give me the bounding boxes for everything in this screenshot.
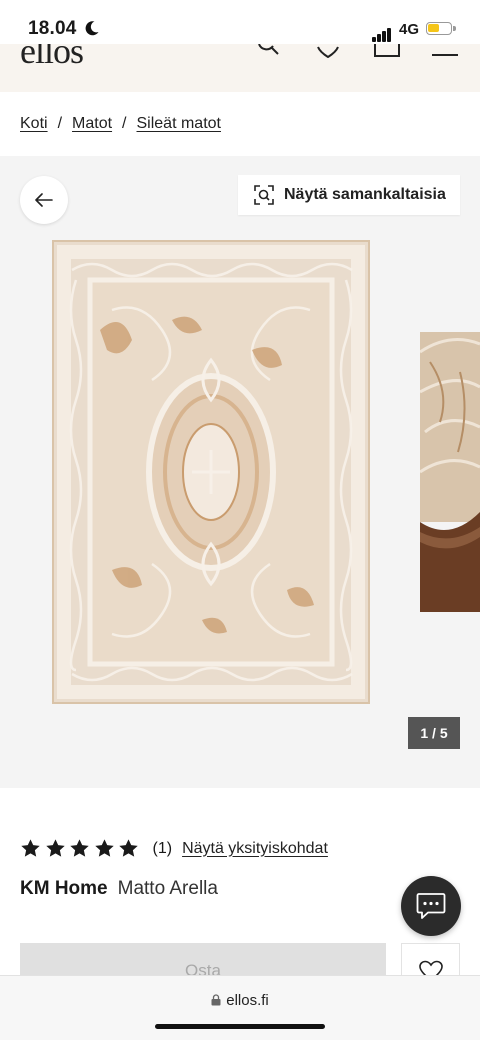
counter-separator: / bbox=[432, 725, 436, 741]
breadcrumb: Koti / Matot / Sileät matot bbox=[20, 115, 221, 133]
url-text: ellos.fi bbox=[226, 992, 269, 1009]
breadcrumb-flat-rugs[interactable]: Sileät matot bbox=[137, 115, 221, 132]
signal-icon bbox=[372, 24, 392, 42]
show-details-link[interactable]: Näytä yksityiskohdat bbox=[182, 840, 328, 858]
back-button[interactable] bbox=[20, 176, 68, 224]
review-count: (1) bbox=[152, 839, 173, 857]
counter-current: 1 bbox=[420, 725, 429, 741]
next-product-image[interactable] bbox=[420, 332, 480, 612]
network-type: 4G bbox=[399, 21, 420, 38]
moon-icon bbox=[85, 21, 99, 36]
search-icon[interactable] bbox=[256, 44, 282, 58]
menu-icon[interactable] bbox=[432, 44, 458, 58]
star-icon bbox=[45, 839, 65, 857]
rating-stars bbox=[20, 838, 143, 859]
bag-icon[interactable] bbox=[374, 44, 400, 58]
heart-icon[interactable] bbox=[316, 44, 340, 58]
breadcrumb-separator: / bbox=[122, 115, 127, 132]
star-icon bbox=[119, 839, 138, 857]
browser-address-bar[interactable]: ellos.fi bbox=[0, 975, 480, 1040]
image-counter: 1 / 5 bbox=[408, 717, 460, 749]
product-name: Matto Arella bbox=[117, 878, 218, 899]
chat-icon bbox=[416, 893, 446, 919]
product-title: KM Home Matto Arella bbox=[20, 878, 218, 900]
status-time: 18.04 bbox=[28, 18, 77, 39]
arrow-left-icon bbox=[35, 193, 53, 207]
star-icon bbox=[70, 839, 89, 857]
breadcrumb-rugs[interactable]: Matot bbox=[72, 115, 112, 132]
battery-icon bbox=[426, 22, 456, 35]
product-brand[interactable]: KM Home bbox=[20, 878, 108, 899]
star-icon bbox=[94, 839, 114, 857]
visual-search-icon bbox=[254, 185, 274, 205]
url-display[interactable]: ellos.fi bbox=[0, 992, 480, 1009]
breadcrumb-separator: / bbox=[57, 115, 63, 132]
site-header: ellos bbox=[0, 44, 480, 92]
site-logo[interactable]: ellos bbox=[20, 44, 84, 72]
lock-icon bbox=[211, 994, 221, 1006]
product-image[interactable] bbox=[52, 240, 370, 704]
star-icon bbox=[21, 839, 40, 857]
show-similar-label: Näytä samankaltaisia bbox=[284, 186, 446, 203]
counter-total: 5 bbox=[439, 725, 448, 741]
show-similar-button[interactable]: Näytä samankaltaisia bbox=[238, 175, 460, 215]
product-rating: (1) Näytä yksityiskohdat bbox=[20, 838, 328, 859]
home-indicator bbox=[155, 1024, 325, 1029]
breadcrumb-home[interactable]: Koti bbox=[20, 115, 48, 132]
product-gallery[interactable]: Näytä samankaltaisia 1 / 5 bbox=[0, 156, 480, 788]
chat-button[interactable] bbox=[401, 876, 461, 936]
